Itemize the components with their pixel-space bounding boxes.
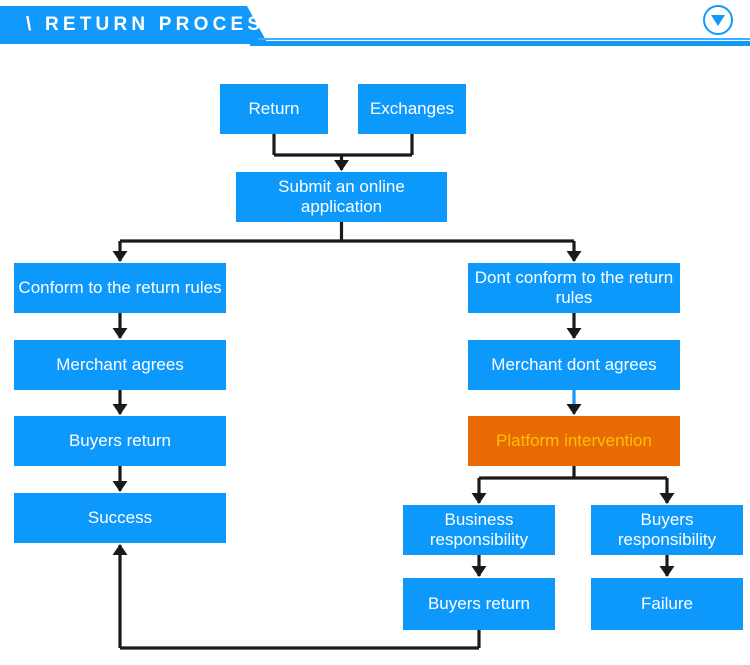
- flow-node-conform[interactable]: Conform to the return rules: [14, 263, 226, 313]
- flow-node-label: Buyers return: [68, 431, 172, 450]
- flow-node-label: Merchant dont agrees: [491, 355, 657, 374]
- flow-node-label: Conform to the return rules: [18, 278, 222, 297]
- arrowhead-not-conform-icon: [566, 251, 582, 262]
- flow-node-success[interactable]: Success: [14, 493, 226, 543]
- arrowhead-failure-icon: [659, 566, 675, 577]
- flow-node-buyers_ret_r[interactable]: Buyers return: [403, 578, 555, 630]
- flow-node-biz_resp[interactable]: Business responsibility: [403, 505, 555, 555]
- arrowhead-merchant_ok-icon: [112, 328, 128, 339]
- flow-node-label: Exchanges: [369, 99, 455, 118]
- arrowhead-buyers_ret_l-icon: [112, 404, 128, 415]
- flow-node-label: Buyers return: [427, 594, 531, 613]
- flow-node-merchant_ok[interactable]: Merchant agrees: [14, 340, 226, 390]
- return-process-flowchart: Return Exchanges Submit an online applicat…: [0, 0, 750, 665]
- return-process-page: \ RETURN PROCESS Return Exchanges Submit a…: [0, 0, 750, 665]
- flow-node-label: Submit an online application: [278, 177, 405, 216]
- flow-node-buyers_ret_l[interactable]: Buyers return: [14, 416, 226, 466]
- flow-node-label: Platform intervention: [496, 431, 652, 450]
- flow-node-exchanges[interactable]: Exchanges: [358, 84, 466, 134]
- arrowhead-platform-icon: [566, 404, 582, 415]
- flow-node-not_conform[interactable]: Dont conform to the return rules: [468, 263, 680, 313]
- flow-node-submit[interactable]: Submit an online application: [236, 172, 447, 222]
- flow-node-label: Dont conform to the return rules: [474, 268, 674, 307]
- flow-node-label: Business responsibility: [429, 510, 529, 549]
- arrowhead-success-icon: [112, 481, 128, 492]
- flow-node-buyer_resp[interactable]: Buyers responsibility: [591, 505, 743, 555]
- arrowhead-submit-icon: [334, 160, 349, 171]
- flow-node-platform[interactable]: Platform intervention: [468, 416, 680, 466]
- arrowhead-buyer-resp-icon: [659, 493, 675, 504]
- flow-node-failure[interactable]: Failure: [591, 578, 743, 630]
- flow-node-label: Merchant agrees: [56, 355, 184, 374]
- flow-node-label: Buyers responsibility: [617, 510, 717, 549]
- arrowhead-conform-icon: [112, 251, 128, 262]
- flow-node-label: Success: [87, 508, 153, 527]
- flow-node-label: Failure: [641, 594, 693, 613]
- flow-node-label: Return: [248, 99, 300, 118]
- flow-node-return[interactable]: Return: [220, 84, 328, 134]
- flow-node-merchant_no[interactable]: Merchant dont agrees: [468, 340, 680, 390]
- arrowhead-merchant_no-icon: [566, 328, 582, 339]
- arrowhead-buyers_ret_r-icon: [471, 566, 487, 577]
- arrowhead-success-icon: [112, 544, 128, 555]
- arrowhead-biz-resp-icon: [471, 493, 487, 504]
